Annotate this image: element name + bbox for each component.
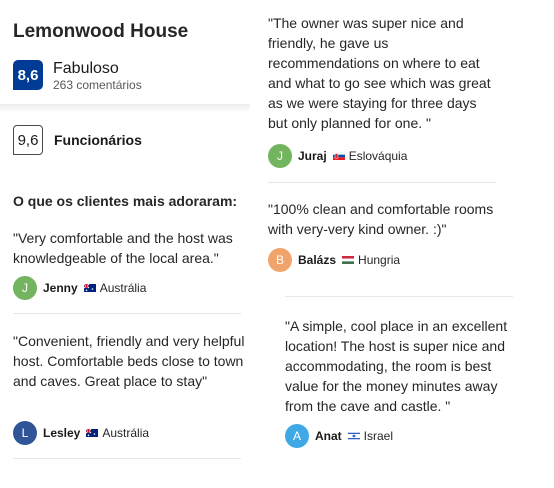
- review-text: "A simple, cool place in an excellent lo…: [285, 318, 508, 414]
- review-author: B Balázs Hungria: [268, 248, 400, 272]
- divider: [268, 182, 496, 183]
- review-text: "Very comfortable and the host was knowl…: [13, 230, 233, 266]
- review-text: "100% clean and comfortable rooms with v…: [268, 201, 494, 237]
- property-title: Lemonwood House: [13, 21, 189, 42]
- flag-slovakia-icon: [332, 152, 345, 160]
- author-country: Hungria: [358, 253, 401, 267]
- category-score-staff: 9,6 Funcionários: [13, 125, 142, 155]
- section-shadow: [0, 104, 250, 112]
- flag-israel-icon: [347, 432, 360, 440]
- review-author: J Jenny Austrália: [13, 276, 146, 300]
- divider: [285, 296, 513, 297]
- avatar: L: [13, 421, 37, 445]
- author-name: Juraj: [298, 149, 327, 163]
- avatar: B: [268, 248, 292, 272]
- divider: [13, 313, 241, 314]
- divider: [13, 458, 241, 459]
- author-name: Jenny: [43, 281, 78, 295]
- review-score[interactable]: 8,6 Fabuloso 263 comentários: [13, 60, 142, 93]
- flag-australia-icon: [86, 429, 99, 437]
- flag-australia-icon: [83, 284, 96, 292]
- review-author: L Lesley Austrália: [13, 421, 149, 445]
- author-name: Lesley: [43, 426, 81, 440]
- guests-loved-heading: O que os clientes mais adoraram:: [13, 193, 238, 209]
- review-score-badge: 8,6: [13, 60, 43, 90]
- avatar: J: [13, 276, 37, 300]
- author-country: Austrália: [99, 281, 147, 295]
- review-text: "Convenient, friendly and very helpful h…: [13, 333, 245, 389]
- review-author: A Anat Israel: [285, 424, 393, 448]
- avatar: A: [285, 424, 309, 448]
- avatar: J: [268, 144, 292, 168]
- review-text: "The owner was super nice and friendly, …: [268, 15, 491, 131]
- author-country: Austrália: [102, 426, 150, 440]
- review-score-label: Fabuloso: [53, 60, 119, 77]
- author-name: Anat: [315, 429, 342, 443]
- review-count: 263 comentários: [53, 78, 142, 92]
- review-author: J Juraj Eslováquia: [268, 144, 407, 168]
- author-country: Israel: [363, 429, 394, 443]
- author-name: Balázs: [298, 253, 337, 267]
- flag-hungary-icon: [342, 256, 355, 264]
- category-score-badge: 9,6: [13, 125, 43, 155]
- author-country: Eslováquia: [348, 149, 408, 163]
- category-label: Funcionários: [54, 132, 142, 148]
